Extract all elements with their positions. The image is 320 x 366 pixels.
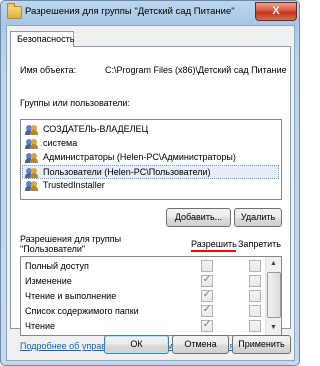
add-button[interactable]: Добавить... [166, 208, 231, 227]
scroll-thumb[interactable] [267, 272, 281, 318]
allow-header-underline [191, 250, 236, 252]
users-icon [25, 139, 39, 149]
apply-button[interactable]: Применить [232, 335, 291, 354]
permissions-dialog: Разрешения для группы "Детский сад Питан… [0, 0, 300, 366]
checkmark-icon: ✓ [202, 319, 212, 330]
permission-name: Чтение и выполнение [25, 291, 117, 301]
users-icon [25, 125, 39, 135]
allow-checkbox[interactable]: ✓ [201, 274, 213, 287]
allow-column-header: Разрешить [191, 239, 237, 249]
list-item[interactable]: система [23, 137, 277, 150]
allow-checkbox[interactable]: ✓ [201, 289, 213, 302]
dialog-body: Безопасность Имя объекта: C:\Program Fil… [6, 25, 295, 361]
title-bar[interactable]: Разрешения для группы "Детский сад Питан… [1, 1, 299, 25]
checkmark-icon: ✓ [202, 304, 212, 315]
list-item[interactable]: Администраторы (Helen-PC\Администраторы) [23, 151, 277, 164]
folder-icon [7, 3, 22, 19]
deny-column-header: Запретить [238, 239, 281, 249]
deny-checkbox[interactable] [249, 260, 261, 272]
deny-checkbox[interactable] [249, 305, 261, 317]
security-tab-page: Имя объекта: C:\Program Files (x86)\Детс… [10, 46, 291, 351]
deny-checkbox[interactable] [249, 290, 261, 302]
scroll-up-icon[interactable]: ▲ [266, 257, 281, 271]
table-row: Полный доступ [21, 259, 264, 274]
users-icon [25, 153, 39, 163]
list-item-label: СОЗДАТЕЛЬ-ВЛАДЕЛЕЦ [43, 124, 149, 134]
permissions-label-line2: "Пользователи" [20, 244, 86, 254]
cancel-button[interactable]: Отмена [172, 335, 229, 354]
object-name-value: C:\Program Files (x86)\Детский сад Питан… [105, 65, 287, 75]
users-icon [25, 181, 39, 191]
permission-name: Полный доступ [25, 261, 89, 271]
permissions-label-line1: Разрешения для группы [20, 234, 122, 244]
table-row: Чтение ✓ [21, 319, 264, 334]
permission-name: Изменение [25, 276, 72, 286]
window-title: Разрешения для группы "Детский сад Питан… [25, 6, 235, 17]
tab-security[interactable]: Безопасность [10, 31, 74, 47]
table-row: Список содержимого папки ✓ [21, 304, 264, 319]
list-item-label: Пользователи (Helen-PC\Пользователи) [43, 167, 211, 177]
users-icon [25, 168, 39, 178]
deny-checkbox[interactable] [249, 275, 261, 287]
deny-checkbox[interactable] [249, 320, 261, 332]
list-item[interactable]: СОЗДАТЕЛЬ-ВЛАДЕЛЕЦ [23, 123, 277, 136]
list-item-label: Администраторы (Helen-PC\Администраторы) [43, 152, 236, 162]
object-name-label: Имя объекта: [20, 65, 77, 75]
remove-button[interactable]: Удалить [234, 208, 282, 227]
allow-checkbox[interactable]: ✓ [201, 319, 213, 332]
scroll-down-icon[interactable]: ▼ [266, 321, 281, 335]
permission-name: Список содержимого папки [25, 306, 139, 316]
close-button[interactable]: X [255, 2, 297, 21]
checkmark-icon: ✓ [202, 289, 212, 300]
groups-label: Группы или пользователи: [20, 98, 130, 108]
list-item[interactable]: TrustedInstaller [23, 179, 277, 192]
list-item-label: TrustedInstaller [43, 180, 105, 190]
permission-name: Чтение [25, 321, 56, 331]
checkmark-icon: ✓ [202, 274, 212, 285]
allow-checkbox[interactable] [201, 260, 213, 272]
list-item-label: система [43, 138, 78, 148]
permissions-scrollbar[interactable]: ▲ ▼ [265, 257, 281, 335]
list-item-selected[interactable]: Пользователи (Helen-PC\Пользователи) [22, 165, 279, 179]
table-row: Изменение ✓ [21, 274, 264, 289]
groups-listbox[interactable]: СОЗДАТЕЛЬ-ВЛАДЕЛЕЦ система Администратор… [20, 119, 282, 200]
permissions-table: Полный доступ Изменение ✓ Чтение и выпол… [20, 256, 282, 336]
ok-button[interactable]: ОК [104, 335, 169, 354]
allow-checkbox[interactable]: ✓ [201, 304, 213, 317]
table-row: Чтение и выполнение ✓ [21, 289, 264, 304]
